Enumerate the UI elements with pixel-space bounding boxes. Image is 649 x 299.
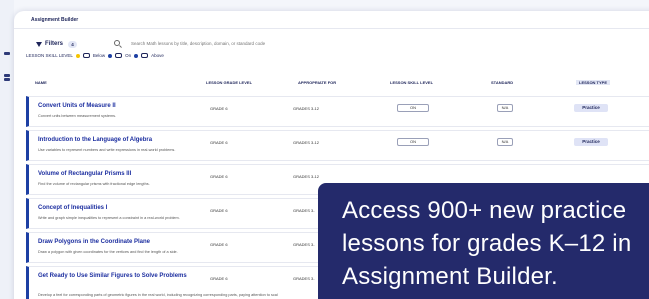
below-chip-icon [82,53,90,58]
appropriate-cell: GRADES 3- [293,242,315,247]
lesson-description: Find the volume of rectangular prisms wi… [38,182,150,186]
on-dot-icon [108,53,113,58]
lesson-description: Convert units between measurement system… [38,114,117,118]
lesson-title[interactable]: Convert Units of Measure II [38,103,203,110]
filter-count-badge: 4 [68,40,78,48]
side-nav-marker [4,52,10,55]
side-nav-marker [4,78,10,81]
on-chip-icon [115,53,123,58]
appropriate-cell: GRADES 3-12 [293,140,320,145]
window-title: Assignment Builder [14,11,649,29]
lesson-title[interactable]: Concept of Inequalities I [38,205,203,212]
promo-line-1: Access 900+ new practice [342,197,627,224]
standard-chip: N/A [497,138,513,146]
type-badge: Practice [574,138,608,146]
appropriate-cell: GRADES 3- [293,208,315,213]
lesson-description: Write and graph simple inequalities to r… [38,216,180,220]
side-nav-marker [4,74,10,77]
appropriate-cell: GRADES 3-12 [293,106,320,111]
skill-chip: ON [397,138,429,146]
table-row[interactable]: Introduction to the Language of Algebra … [26,130,649,161]
legend-label: LESSON SKILL LEVEL [26,53,73,58]
type-badge: Practice [574,104,608,112]
legend-above: Above [151,53,164,58]
grade-cell: GRADE 6 [210,276,228,281]
lesson-title[interactable]: Get Ready to Use Similar Figures to Solv… [38,273,203,280]
skill-level-legend: LESSON SKILL LEVEL Below On Above [26,53,164,58]
grade-cell: GRADE 6 [210,106,228,111]
search-input[interactable] [131,39,331,48]
col-name[interactable]: NAME [35,80,47,85]
promo-banner: Access 900+ new practice lessons for gra… [318,183,649,299]
above-chip-icon [141,53,149,58]
lesson-title[interactable]: Volume of Rectangular Prisms III [38,171,203,178]
legend-below: Below [92,53,106,58]
table-row[interactable]: Convert Units of Measure II Convert unit… [26,96,649,127]
filters-button[interactable]: Filters [45,41,63,47]
search-icon [114,40,120,46]
standard-chip: N/A [497,104,513,112]
grade-cell: GRADE 6 [210,140,228,145]
lesson-title[interactable]: Introduction to the Language of Algebra [38,137,203,144]
legend-on: On [125,53,132,58]
col-type[interactable]: LESSON TYPE [576,80,611,85]
appropriate-cell: GRADES 3-12 [293,174,320,179]
lesson-description: Draw a polygon with given coordinates fo… [38,250,178,254]
appropriate-cell: GRADES 3- [293,276,315,281]
side-panel-peek [0,0,14,299]
grade-cell: GRADE 6 [210,208,228,213]
col-appropriate[interactable]: APPROPRIATE FOR [298,80,336,85]
col-grade[interactable]: LESSON GRADE LEVEL [206,80,252,85]
lesson-description: Use variables to represent numbers and w… [38,148,176,152]
promo-line-2: lessons for grades K–12 in [342,230,632,257]
col-skill[interactable]: LESSON SKILL LEVEL [390,80,433,85]
promo-line-3: Assignment Builder. [342,263,558,290]
skill-chip: ON [397,104,429,112]
grade-cell: GRADE 6 [210,174,228,179]
grade-cell: GRADE 6 [210,242,228,247]
filter-bar: Filters 4 [36,39,331,49]
above-dot-icon [134,53,139,58]
table-header: NAME LESSON GRADE LEVEL APPROPRIATE FOR … [26,80,649,90]
lesson-title[interactable]: Draw Polygons in the Coordinate Plane [38,239,203,246]
filter-icon[interactable] [36,41,42,47]
below-dot-icon [75,53,80,58]
col-standard[interactable]: STANDARD [491,80,513,85]
lesson-description: Develop a feel for corresponding parts o… [38,293,278,297]
